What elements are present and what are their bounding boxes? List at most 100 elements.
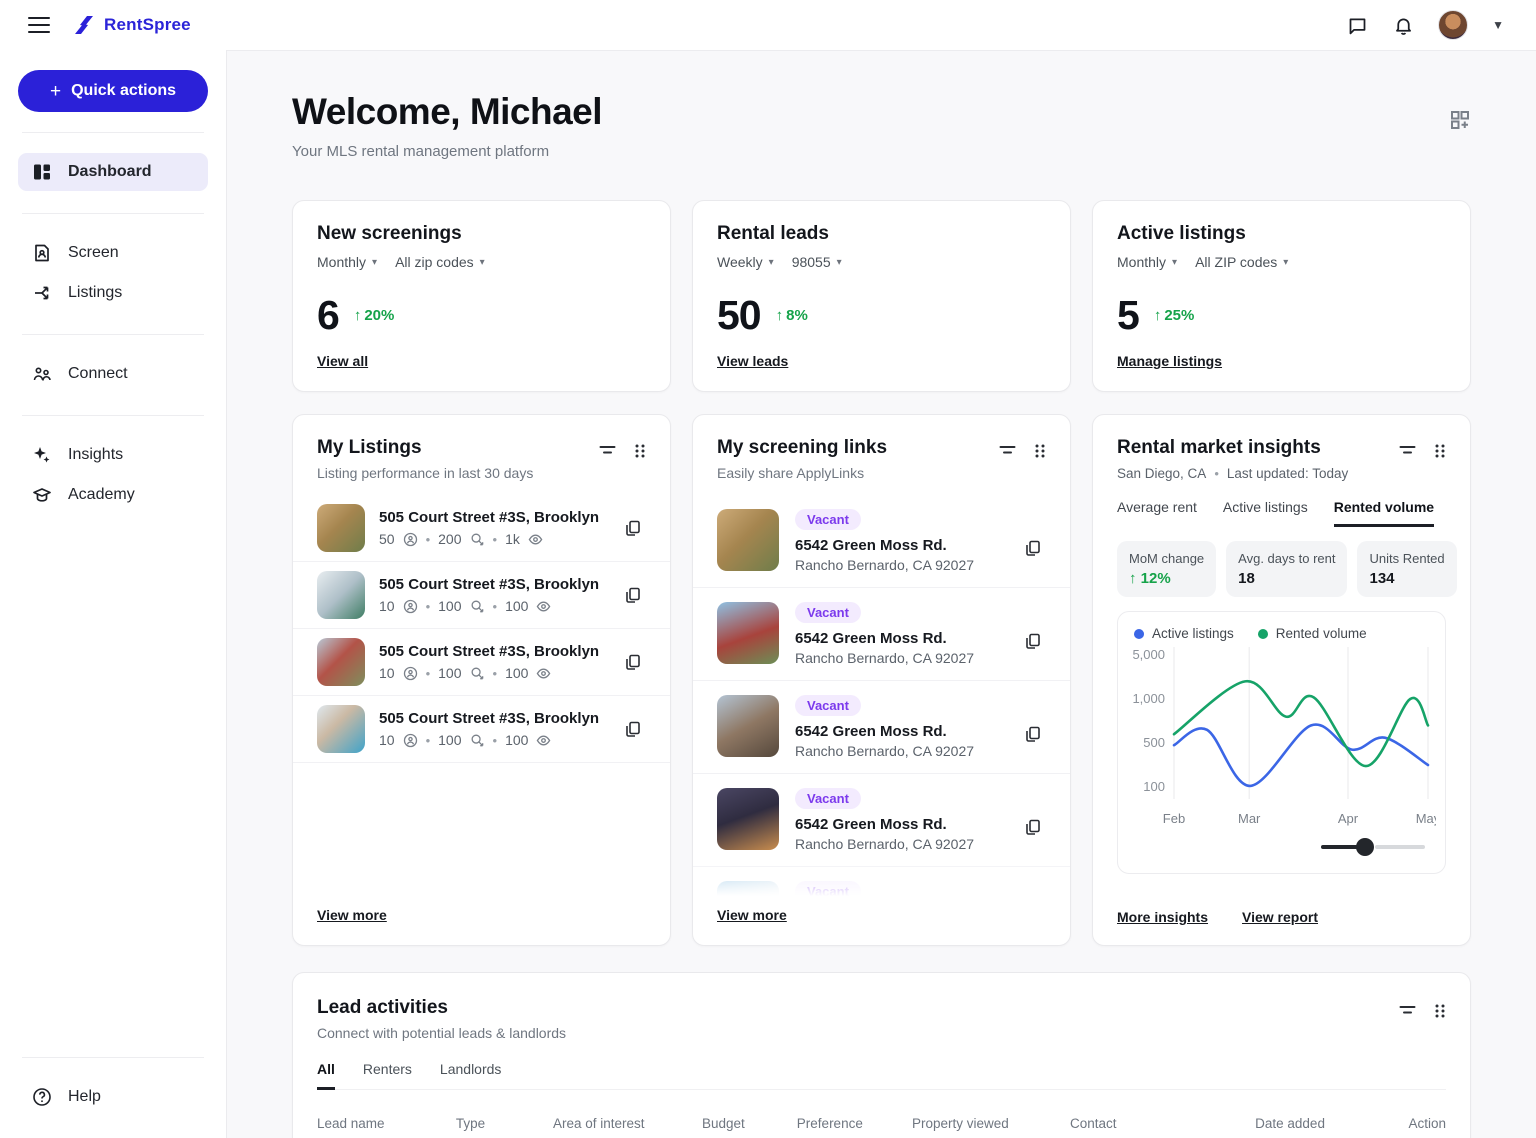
svg-text:5,000: 5,000	[1132, 647, 1165, 662]
screening-link-row[interactable]: Vacant 6542 Green Moss Rd. Rancho Bernar…	[693, 588, 1070, 681]
sidebar-item-label: Help	[68, 1088, 101, 1106]
slider-thumb[interactable]	[1356, 838, 1374, 856]
listing-row[interactable]: 505 Court Street #3S, Brooklyn 10 • 100 …	[293, 696, 670, 763]
listing-address: 505 Court Street #3S, Brooklyn	[379, 509, 606, 526]
svg-text:Feb: Feb	[1163, 811, 1185, 826]
tab-average-rent[interactable]: Average rent	[1117, 499, 1197, 527]
add-widget-icon[interactable]	[1449, 109, 1471, 131]
sidebar-item-insights[interactable]: Insights	[18, 436, 208, 474]
property-photo	[717, 881, 779, 903]
card-title: Active listings	[1117, 223, 1446, 245]
status-badge: Vacant	[795, 509, 861, 530]
sidebar-item-label: Dashboard	[68, 163, 152, 181]
mom-change-chip: MoM change ↑ 12%	[1117, 541, 1216, 597]
arrow-up-icon: ↑	[354, 307, 362, 324]
period-dropdown[interactable]: Monthly▾	[317, 254, 377, 270]
status-badge: Vacant	[795, 881, 861, 902]
stat-delta: ↑25%	[1154, 307, 1195, 324]
listing-row[interactable]: 505 Court Street #3S, Brooklyn 50 • 200 …	[293, 495, 670, 562]
filter-icon[interactable]	[1399, 1003, 1416, 1019]
drag-handle-icon[interactable]	[634, 443, 646, 459]
listing-stats: 10 • 100 • 100	[379, 665, 606, 681]
quick-actions-label: Quick actions	[71, 82, 176, 100]
sidebar-item-dashboard[interactable]: Dashboard	[18, 153, 208, 191]
cursor-click-icon	[470, 532, 485, 547]
chat-icon[interactable]	[1346, 14, 1368, 36]
listing-row[interactable]: 505 Court Street #3S, Brooklyn 10 • 100 …	[293, 562, 670, 629]
tab-rented-volume[interactable]: Rented volume	[1334, 499, 1434, 527]
stat-value: 6	[317, 292, 339, 339]
card-subtitle: Connect with potential leads & landlords	[317, 1025, 566, 1041]
copy-icon[interactable]	[620, 582, 646, 608]
cursor-click-icon	[470, 733, 485, 748]
avatar[interactable]	[1438, 10, 1468, 40]
rentspree-logo[interactable]: RentSpree	[72, 13, 191, 37]
view-all-link[interactable]: View all	[317, 353, 368, 369]
dropdown-value: 98055	[792, 254, 831, 270]
stat-delta: ↑20%	[354, 307, 395, 324]
tab-all[interactable]: All	[317, 1061, 335, 1090]
stat-value: 5	[1117, 292, 1139, 339]
divider	[22, 132, 204, 133]
active-listings-card: Active listings Monthly▾ All ZIP codes▾ …	[1092, 200, 1471, 392]
filter-icon[interactable]	[999, 443, 1016, 459]
copy-icon[interactable]	[1020, 721, 1046, 747]
copy-icon[interactable]	[1020, 814, 1046, 840]
property-photo	[717, 788, 779, 850]
screening-link-row[interactable]: Vacant 6542 Green Moss Rd. Rancho Bernar…	[693, 681, 1070, 774]
copy-icon[interactable]	[620, 515, 646, 541]
tab-renters[interactable]: Renters	[363, 1061, 412, 1090]
sidebar-item-academy[interactable]: Academy	[18, 476, 208, 514]
tab-landlords[interactable]: Landlords	[440, 1061, 502, 1090]
bell-icon[interactable]	[1392, 14, 1414, 36]
zip-dropdown[interactable]: All zip codes▾	[395, 254, 485, 270]
copy-icon[interactable]	[620, 716, 646, 742]
eye-icon	[536, 599, 551, 614]
sidebar-item-help[interactable]: Help	[18, 1078, 208, 1116]
property-city: Rancho Bernardo, CA 92027	[795, 836, 974, 852]
manage-listings-link[interactable]: Manage listings	[1117, 353, 1222, 369]
property-photo	[717, 509, 779, 571]
drag-handle-icon[interactable]	[1434, 443, 1446, 459]
chevron-down-icon[interactable]: ▼	[1492, 18, 1504, 32]
view-more-link[interactable]: View more	[717, 907, 787, 923]
menu-icon[interactable]	[28, 17, 50, 33]
screening-link-row[interactable]: Vacant 6542 Green Moss Rd. Rancho Bernar…	[693, 495, 1070, 588]
period-dropdown[interactable]: Monthly▾	[1117, 254, 1177, 270]
market-insights-card: Rental market insights San Diego, CA • L…	[1092, 414, 1471, 946]
listing-address: 505 Court Street #3S, Brooklyn	[379, 576, 606, 593]
tab-active-listings[interactable]: Active listings	[1223, 499, 1308, 527]
status-badge: Vacant	[795, 788, 861, 809]
topbar: RentSpree ▼	[0, 0, 1536, 50]
quick-actions-button[interactable]: + Quick actions	[18, 70, 208, 112]
property-city: Rancho Bernardo, CA 92027	[795, 743, 974, 759]
view-more-link[interactable]: View more	[317, 907, 387, 923]
chevron-down-icon: ▾	[1283, 257, 1288, 268]
status-badge: Vacant	[795, 695, 861, 716]
view-leads-link[interactable]: View leads	[717, 353, 788, 369]
listing-row[interactable]: 505 Court Street #3S, Brooklyn 10 • 100 …	[293, 629, 670, 696]
more-insights-link[interactable]: More insights	[1117, 909, 1208, 925]
zip-dropdown[interactable]: 98055▾	[792, 254, 842, 270]
zip-dropdown[interactable]: All ZIP codes▾	[1195, 254, 1288, 270]
period-dropdown[interactable]: Weekly▾	[717, 254, 774, 270]
screening-link-row[interactable]: Vacant 6542 Green Moss Rd. Rancho Bernar…	[693, 867, 1070, 903]
copy-icon[interactable]	[1020, 535, 1046, 561]
drag-handle-icon[interactable]	[1434, 1003, 1446, 1019]
copy-icon[interactable]	[620, 649, 646, 675]
page-title: Welcome, Michael	[292, 91, 602, 133]
screening-link-row[interactable]: Vacant 6542 Green Moss Rd. Rancho Bernar…	[693, 774, 1070, 867]
copy-icon[interactable]	[1020, 628, 1046, 654]
filter-icon[interactable]	[599, 443, 616, 459]
new-screenings-card: New screenings Monthly▾ All zip codes▾ 6…	[292, 200, 671, 392]
view-report-link[interactable]: View report	[1242, 909, 1318, 925]
legend-active-listings: Active listings	[1134, 626, 1234, 641]
table-header: Lead name Type Area of interest Budget P…	[317, 1116, 1446, 1138]
sidebar-item-listings[interactable]: Listings	[18, 274, 208, 312]
property-address: 6542 Green Moss Rd.	[795, 630, 974, 647]
sidebar-item-connect[interactable]: Connect	[18, 355, 208, 393]
filter-icon[interactable]	[1399, 443, 1416, 459]
sidebar-item-screen[interactable]: Screen	[18, 234, 208, 272]
chart-range-slider[interactable]	[1321, 837, 1425, 857]
drag-handle-icon[interactable]	[1034, 443, 1046, 459]
